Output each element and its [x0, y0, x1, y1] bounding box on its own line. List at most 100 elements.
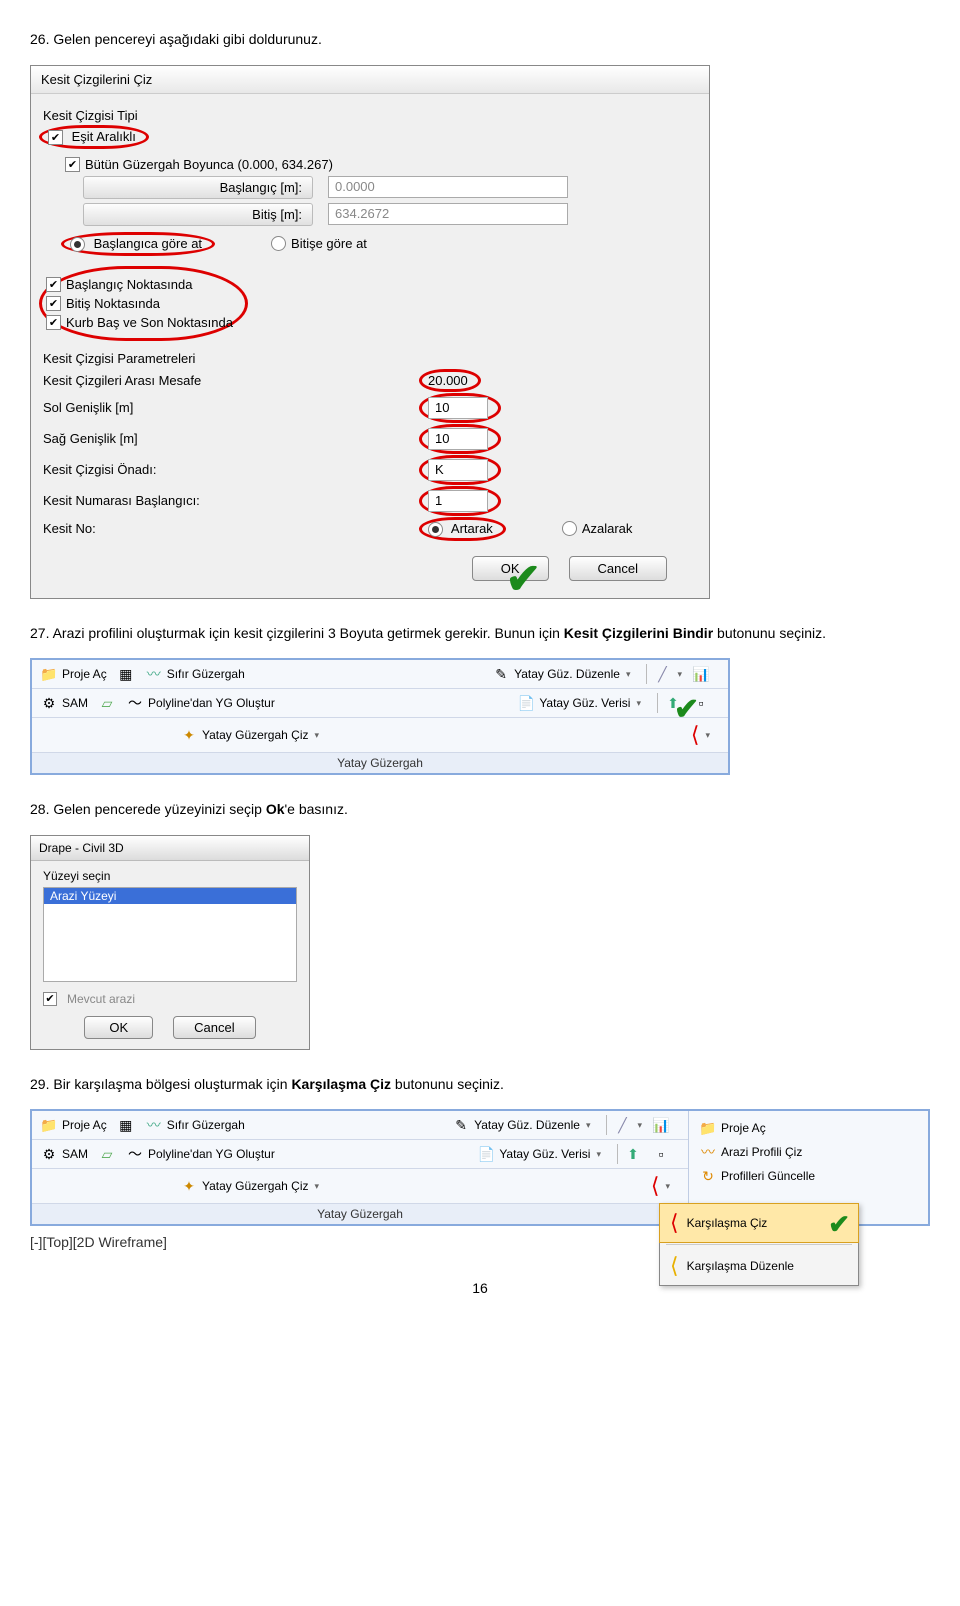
radio-start[interactable]	[70, 237, 85, 252]
grid-button-2[interactable]: ▦	[117, 1116, 135, 1134]
polyline-2[interactable]: 〜Polyline'dan YG Oluştur	[126, 1145, 275, 1163]
misc-icon: ▫	[652, 1145, 670, 1163]
radio-end-label: Bitişe göre at	[291, 236, 367, 251]
folder-icon: 📁	[699, 1119, 717, 1137]
chart-icon: 📊	[652, 1116, 670, 1134]
type-checkbox[interactable]: ✔	[48, 130, 63, 145]
grid-icon-button[interactable]: ▦	[117, 665, 135, 683]
pencil-icon: ✎	[452, 1116, 470, 1134]
cancel-button[interactable]: Cancel	[569, 556, 667, 581]
p-right-label: Sağ Genişlik [m]	[43, 431, 423, 446]
step-29-text: 29. Bir karşılaşma bölgesi oluşturmak iç…	[30, 1075, 930, 1095]
sam-button-2[interactable]: ⚙SAM	[40, 1145, 88, 1163]
chk-start-label: Başlangıç Noktasında	[66, 277, 192, 292]
polyline-icon: 〜	[126, 1145, 144, 1163]
radio-dec[interactable]	[562, 521, 577, 536]
proje-ac-button-2[interactable]: 📁Proje Aç	[40, 1116, 107, 1134]
mevcut-checkbox[interactable]: ✔	[43, 992, 57, 1006]
p-startno-input[interactable]: 1	[428, 490, 488, 512]
sifir-guzergah-button[interactable]: 〰Sıfır Güzergah	[145, 665, 245, 683]
highlight-inc: Artarak	[419, 517, 506, 541]
chk-end-label: Bitiş Noktasında	[66, 296, 160, 311]
highlight-checkboxes: ✔Başlangıç Noktasında ✔Bitiş Noktasında …	[39, 266, 248, 341]
dialog-title: Kesit Çizgilerini Çiz	[31, 66, 709, 94]
yatay-ciz-2[interactable]: ✦Yatay Güzergah Çiz▾	[180, 1177, 319, 1195]
tool-2a[interactable]: ╱▾	[613, 1116, 642, 1134]
p-left-input[interactable]: 10	[428, 397, 488, 419]
surface-listbox[interactable]: Arazi Yüzeyi	[43, 887, 297, 982]
menu-separator	[666, 1244, 852, 1245]
context-menu: ⟨ Karşılaşma Çiz ✔ ⟨ Karşılaşma Düzenle	[659, 1203, 859, 1286]
folder-icon: 📁	[40, 1116, 58, 1134]
yatay-verisi-button[interactable]: 📄Yatay Güz. Verisi▾	[517, 694, 641, 712]
yatay-verisi-2[interactable]: 📄Yatay Güz. Verisi▾	[477, 1145, 601, 1163]
p-distance-value: 20.000	[428, 373, 468, 388]
ribbon-toolbar-2: 📁Proje Aç ▦ 〰Sıfır Güzergah ✎Yatay Güz. …	[30, 1109, 930, 1226]
ribbon-panel-title: Yatay Güzergah	[32, 753, 728, 773]
chk-end-point[interactable]: ✔	[46, 296, 61, 311]
profilleri-guncelle-button[interactable]: ↻Profilleri Güncelle	[699, 1167, 928, 1185]
polyline-icon: 〜	[126, 694, 144, 712]
surface-icon-button[interactable]: ▱	[98, 694, 116, 712]
highlight-left: 10	[419, 393, 501, 423]
type-value: Eşit Aralıklı	[72, 129, 136, 144]
full-route-checkbox[interactable]: ✔	[65, 157, 80, 172]
line-icon: ╱	[653, 665, 671, 683]
tool-2c[interactable]: ⬆	[624, 1145, 642, 1163]
draw-icon: ✦	[180, 726, 198, 744]
step-28-text: 28. Gelen pencerede yüzeyinizi seçip Ok'…	[30, 800, 930, 820]
grid-icon: ▦	[117, 665, 135, 683]
params-header: Kesit Çizgisi Parametreleri	[43, 351, 697, 366]
tool-icon-1[interactable]: ╱▾	[653, 665, 682, 683]
step-27-text: 27. Arazi profilini oluşturmak için kesi…	[30, 624, 930, 644]
chevron-down-icon: ▾	[626, 669, 631, 680]
tool-2b[interactable]: 📊	[652, 1116, 670, 1134]
sam-button[interactable]: ⚙SAM	[40, 694, 88, 712]
tool-icon-4[interactable]: ⟨▾	[691, 722, 710, 748]
ctx-karsilasma-ciz[interactable]: ⟨ Karşılaşma Çiz ✔	[659, 1203, 859, 1243]
mevcut-label: Mevcut arazi	[67, 992, 135, 1006]
drape-label: Yüzeyi seçin	[43, 869, 297, 883]
misc-icon: ▫	[692, 694, 710, 712]
yatay-duzenle-button[interactable]: ✎Yatay Güz. Düzenle▾	[492, 665, 630, 683]
p-right-input[interactable]: 10	[428, 428, 488, 450]
route-icon: 〰	[145, 1116, 163, 1134]
chk-curve-label: Kurb Baş ve Son Noktasında	[66, 315, 233, 330]
tool-2d[interactable]: ▫	[652, 1145, 670, 1163]
drape-ok-button[interactable]: OK	[84, 1016, 153, 1039]
yatay-ciz-button[interactable]: ✦Yatay Güzergah Çiz▾	[180, 726, 319, 744]
highlight-type: ✔ Eşit Aralıklı	[39, 125, 149, 149]
surface-2[interactable]: ▱	[98, 1145, 116, 1163]
start-input[interactable]: 0.0000	[328, 176, 568, 198]
ok-button[interactable]: OK	[472, 556, 549, 581]
karsilasma-dropdown[interactable]: ⟨▾	[651, 1173, 670, 1199]
separator	[657, 693, 658, 713]
chk-start-point[interactable]: ✔	[46, 277, 61, 292]
sifir-button-2[interactable]: 〰Sıfır Güzergah	[145, 1116, 245, 1134]
line-icon: ╱	[613, 1116, 631, 1134]
drape-cancel-button[interactable]: Cancel	[173, 1016, 255, 1039]
proje-ac-button[interactable]: 📁Proje Aç	[40, 665, 107, 683]
radio-end[interactable]	[271, 236, 286, 251]
curve-red-icon: ⟨	[670, 1210, 679, 1236]
list-item[interactable]: Arazi Yüzeyi	[44, 888, 296, 904]
bindir-button[interactable]: ⬆ ✔	[664, 694, 682, 712]
radio-inc-label: Artarak	[451, 521, 493, 536]
end-input[interactable]: 634.2672	[328, 203, 568, 225]
tool-icon-2[interactable]: 📊	[692, 665, 710, 683]
drape-icon: ⬆	[664, 694, 682, 712]
polyline-button[interactable]: 〜Polyline'dan YG Oluştur	[126, 694, 275, 712]
end-label: Bitiş [m]:	[83, 203, 313, 226]
tool-icon-3[interactable]: ▫	[692, 694, 710, 712]
proje-ac-right[interactable]: 📁Proje Aç	[699, 1119, 928, 1137]
p-no-label: Kesit No:	[43, 521, 423, 536]
chk-curve-point[interactable]: ✔	[46, 315, 61, 330]
radio-inc[interactable]	[428, 522, 443, 537]
p-prefix-input[interactable]: K	[428, 459, 488, 481]
yatay-duzenle-2[interactable]: ✎Yatay Güz. Düzenle▾	[452, 1116, 590, 1134]
p-distance-label: Kesit Çizgileri Arası Mesafe	[43, 373, 423, 388]
arazi-profili-button[interactable]: 〰Arazi Profili Çiz	[699, 1143, 928, 1161]
drape-dialog: Drape - Civil 3D Yüzeyi seçin Arazi Yüze…	[30, 835, 310, 1050]
ctx-karsilasma-duzenle[interactable]: ⟨ Karşılaşma Düzenle	[660, 1247, 858, 1285]
p-left-label: Sol Genişlik [m]	[43, 400, 423, 415]
